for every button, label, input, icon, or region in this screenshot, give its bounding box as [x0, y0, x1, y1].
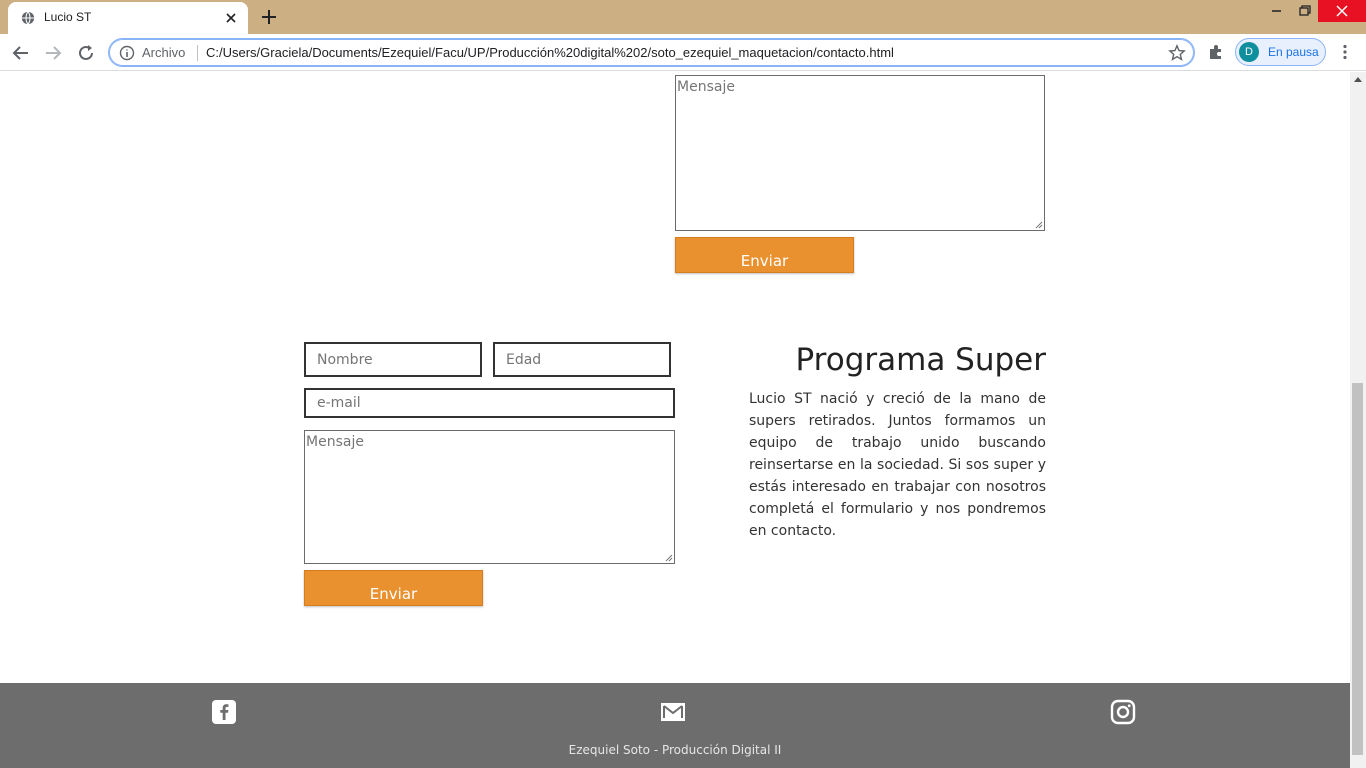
resize-grip-icon[interactable]: [1034, 220, 1043, 229]
reload-icon[interactable]: [75, 42, 97, 64]
new-tab-icon[interactable]: [260, 8, 278, 26]
submit-button-top[interactable]: Enviar: [675, 237, 854, 273]
restore-icon[interactable]: [1290, 0, 1320, 22]
program-description: Lucio ST nació y creció de la mano de su…: [749, 391, 1046, 539]
submit-label: Enviar: [740, 252, 789, 270]
submit-label: Enviar: [369, 585, 418, 603]
instagram-icon[interactable]: [1110, 699, 1136, 725]
globe-icon: [21, 11, 35, 25]
scrollbar-thumb[interactable]: [1352, 383, 1363, 755]
name-placeholder: Nombre: [317, 351, 373, 368]
mail-icon[interactable]: [660, 699, 686, 725]
bookmark-star-icon[interactable]: [1168, 44, 1186, 62]
close-tab-icon[interactable]: [223, 10, 239, 26]
avatar: D: [1239, 42, 1259, 62]
message-textarea-top[interactable]: Mensaje: [675, 75, 1045, 231]
program-title: Programa Super: [795, 342, 1046, 378]
divider: [197, 45, 198, 61]
age-placeholder: Edad: [506, 351, 542, 368]
email-field[interactable]: e-mail: [304, 388, 675, 418]
more-menu-icon[interactable]: [1336, 43, 1354, 61]
facebook-icon[interactable]: [211, 699, 237, 725]
scroll-up-arrow-icon[interactable]: [1354, 76, 1362, 82]
extensions-puzzle-icon[interactable]: [1207, 43, 1225, 61]
message-placeholder: Mensaje: [677, 79, 735, 95]
email-placeholder: e-mail: [317, 395, 361, 411]
submit-button[interactable]: Enviar: [304, 570, 483, 606]
name-field[interactable]: Nombre: [304, 342, 482, 377]
profile-button[interactable]: D En pausa: [1235, 38, 1326, 66]
browser-tab[interactable]: Lucio ST: [8, 2, 248, 34]
resize-grip-icon[interactable]: [664, 553, 673, 562]
tab-title: Lucio ST: [44, 10, 92, 24]
message-placeholder: Mensaje: [306, 434, 364, 450]
forward-icon[interactable]: [42, 42, 64, 64]
age-field[interactable]: Edad: [493, 342, 671, 377]
tab-strip: Lucio ST: [0, 0, 1366, 34]
address-bar[interactable]: Archivo C:/Users/Graciela/Documents/Ezeq…: [108, 38, 1195, 67]
info-icon[interactable]: [119, 45, 135, 61]
page-footer: Ezequiel Soto - Producción Digital II: [0, 683, 1350, 768]
footer-credit: Ezequiel Soto - Producción Digital II: [568, 743, 782, 757]
page-viewport: Mensaje Enviar Nombre Edad e-mail Mensaj…: [0, 72, 1350, 768]
message-textarea[interactable]: Mensaje: [304, 430, 675, 564]
profile-status: En pausa: [1268, 45, 1319, 59]
vertical-scrollbar[interactable]: [1350, 72, 1366, 768]
url-text[interactable]: C:/Users/Graciela/Documents/Ezequiel/Fac…: [206, 45, 894, 60]
close-window-icon[interactable]: [1318, 0, 1366, 22]
browser-toolbar: Archivo C:/Users/Graciela/Documents/Ezeq…: [0, 34, 1366, 71]
minimize-icon[interactable]: [1262, 0, 1292, 22]
scheme-label: Archivo: [142, 45, 186, 60]
back-icon[interactable]: [10, 42, 32, 64]
